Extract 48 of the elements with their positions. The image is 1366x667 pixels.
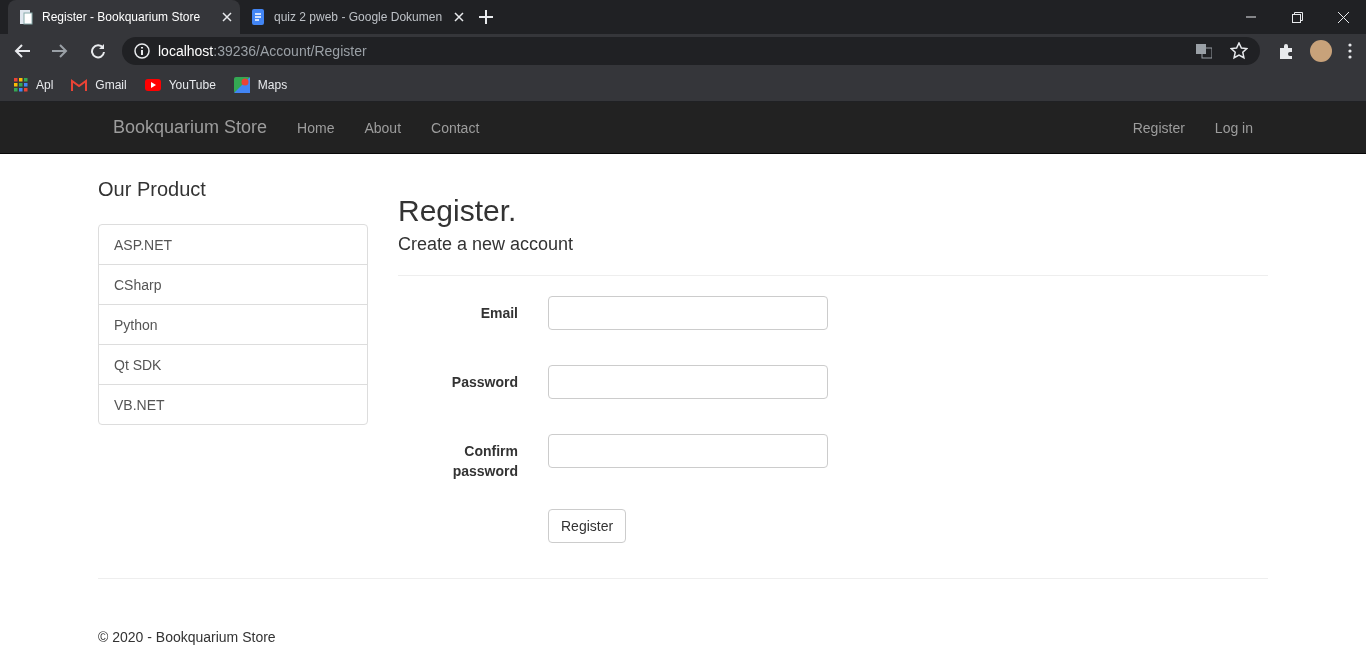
footer-text: © 2020 - Bookquarium Store: [98, 629, 277, 645]
address-bar[interactable]: localhost:39236/Account/Register: [122, 37, 1260, 65]
nav-link[interactable]: Home: [282, 119, 350, 136]
register-button[interactable]: Register: [548, 509, 627, 543]
bookmark[interactable]: YouTube: [144, 77, 216, 92]
nav-link[interactable]: Register: [1117, 119, 1200, 136]
nav-link[interactable]: Contact: [416, 119, 495, 136]
back-arrow-icon[interactable]: [14, 44, 30, 58]
bookmark[interactable]: Apl: [14, 77, 54, 92]
puzzle-icon[interactable]: [1278, 43, 1294, 59]
document-icon: [18, 9, 34, 25]
info-icon: [134, 43, 150, 59]
avatar[interactable]: [1310, 40, 1332, 62]
close-icon[interactable]: [454, 12, 464, 22]
page-title: Register.: [398, 194, 518, 228]
close-icon[interactable]: [222, 12, 232, 22]
forward-arrow-icon[interactable]: [52, 44, 68, 58]
list-item[interactable]: ASP.NET: [99, 225, 367, 264]
list-item[interactable]: VB.NET: [99, 384, 367, 424]
reload-icon[interactable]: [90, 43, 106, 59]
nav-link[interactable]: Log in: [1199, 119, 1268, 136]
grid-icon: [14, 77, 28, 92]
bookmark[interactable]: Maps: [233, 76, 288, 93]
close-icon[interactable]: [1337, 11, 1349, 23]
list-item[interactable]: Python: [99, 304, 367, 344]
nav-link[interactable]: About: [349, 119, 417, 136]
brand-link[interactable]: Bookquarium Store: [98, 117, 283, 138]
list-item[interactable]: Qt SDK: [99, 344, 367, 384]
browser-tab[interactable]: quiz 2 pweb - Google Dokumen: [240, 0, 472, 34]
field-label: Password: [450, 373, 518, 392]
input-field[interactable]: [548, 365, 828, 399]
input-field[interactable]: [548, 296, 828, 330]
restore-icon[interactable]: [1291, 11, 1303, 23]
translate-icon[interactable]: [1196, 43, 1212, 59]
input-field[interactable]: [548, 434, 828, 468]
list-item[interactable]: CSharp: [99, 264, 367, 304]
browser-tab[interactable]: Register - Bookquarium Store: [8, 0, 240, 34]
document-icon: [250, 9, 266, 25]
play-icon: [144, 78, 161, 91]
plus-icon[interactable]: [479, 10, 493, 24]
star-icon[interactable]: [1230, 42, 1248, 60]
field-label: Confirm password: [451, 442, 518, 481]
mail-icon: [71, 78, 88, 91]
sidebar-title: Our Product: [98, 178, 207, 201]
more-icon[interactable]: [1348, 43, 1352, 59]
page-subtitle: Create a new account: [398, 234, 575, 255]
bookmark[interactable]: Gmail: [71, 77, 127, 92]
field-label: Email: [479, 304, 518, 323]
